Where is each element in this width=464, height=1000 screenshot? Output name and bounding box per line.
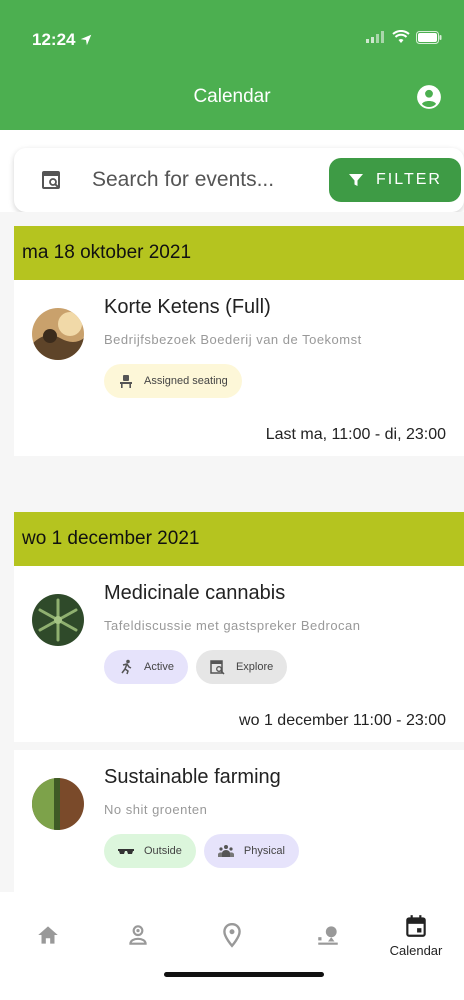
account-circle-icon[interactable] [416, 84, 442, 110]
battery-icon [416, 30, 442, 44]
tag-label: Explore [235, 661, 274, 673]
nav-calendar-label: Calendar [389, 942, 443, 958]
tag-active: Active [104, 650, 188, 684]
event-avatar [32, 308, 84, 360]
calendar-search-icon [42, 171, 60, 189]
status-time: 12:24 [32, 30, 76, 49]
status-icons [366, 30, 442, 44]
status-time-wrap: 12:24 [32, 30, 93, 50]
explore-icon [210, 660, 225, 675]
person-pin-icon [318, 926, 338, 945]
event-tags: Outside Physical [104, 834, 299, 868]
filter-label: FILTER [376, 171, 442, 188]
event-title: Medicinale cannabis [104, 582, 286, 604]
nav-people[interactable] [98, 892, 178, 978]
location-pin-icon [223, 922, 241, 948]
event-card[interactable]: Sustainable farming No shit groenten Out… [14, 750, 464, 892]
nav-location[interactable] [192, 892, 272, 978]
group-icon [217, 845, 234, 857]
event-time: wo 1 december 11:00 - 23:00 [239, 712, 446, 729]
wifi-icon [392, 30, 410, 43]
filter-button[interactable]: FILTER [329, 158, 461, 202]
page-title: Calendar [193, 86, 271, 107]
date-header: wo 1 december 2021 [14, 512, 464, 566]
nav-home[interactable] [8, 892, 88, 978]
running-icon [121, 659, 132, 675]
event-subtitle: No shit groenten [104, 802, 208, 817]
event-time: Last ma, 11:00 - di, 23:00 [265, 426, 446, 443]
event-image [32, 308, 84, 360]
app-header: 12:24 Calendar [0, 0, 464, 130]
nav-calendar[interactable]: Calendar [376, 892, 456, 978]
bottom-navigation: Calendar [0, 892, 464, 1000]
signal-icon [366, 31, 384, 43]
tag-explore: Explore [195, 650, 288, 684]
calendar-icon [406, 914, 426, 937]
home-icon [38, 926, 58, 944]
search-input[interactable] [92, 164, 302, 196]
people-icon [129, 925, 147, 945]
date-header: ma 18 oktober 2021 [14, 226, 464, 280]
tag-label: Assigned seating [144, 375, 228, 387]
tag-assigned-seating: Assigned seating [104, 364, 242, 398]
event-title: Korte Ketens (Full) [104, 296, 271, 318]
event-tags: Active Explore [104, 650, 288, 684]
event-image [32, 778, 84, 830]
event-title: Sustainable farming [104, 766, 281, 788]
sunglasses-icon [118, 849, 134, 854]
event-tags: Assigned seating [104, 364, 242, 398]
tag-physical: Physical [203, 834, 299, 868]
seat-icon [120, 375, 132, 388]
tag-outside: Outside [104, 834, 196, 868]
event-avatar [32, 594, 84, 646]
tag-label: Outside [144, 845, 182, 857]
home-indicator [164, 972, 324, 977]
nav-person-pin[interactable] [288, 892, 368, 978]
event-card[interactable]: Medicinale cannabis Tafeldiscussie met g… [14, 566, 464, 742]
tag-label: Physical [243, 845, 285, 857]
event-subtitle: Tafeldiscussie met gastspreker Bedrocan [104, 618, 361, 633]
search-bar: FILTER [14, 148, 464, 212]
event-avatar [32, 778, 84, 830]
event-subtitle: Bedrijfsbezoek Boederij van de Toekomst [104, 332, 362, 347]
event-card[interactable]: Korte Ketens (Full) Bedrijfsbezoek Boede… [14, 280, 464, 456]
tag-label: Active [144, 661, 174, 673]
filter-icon [349, 174, 364, 186]
event-image [32, 594, 84, 646]
location-arrow-icon [81, 34, 92, 46]
